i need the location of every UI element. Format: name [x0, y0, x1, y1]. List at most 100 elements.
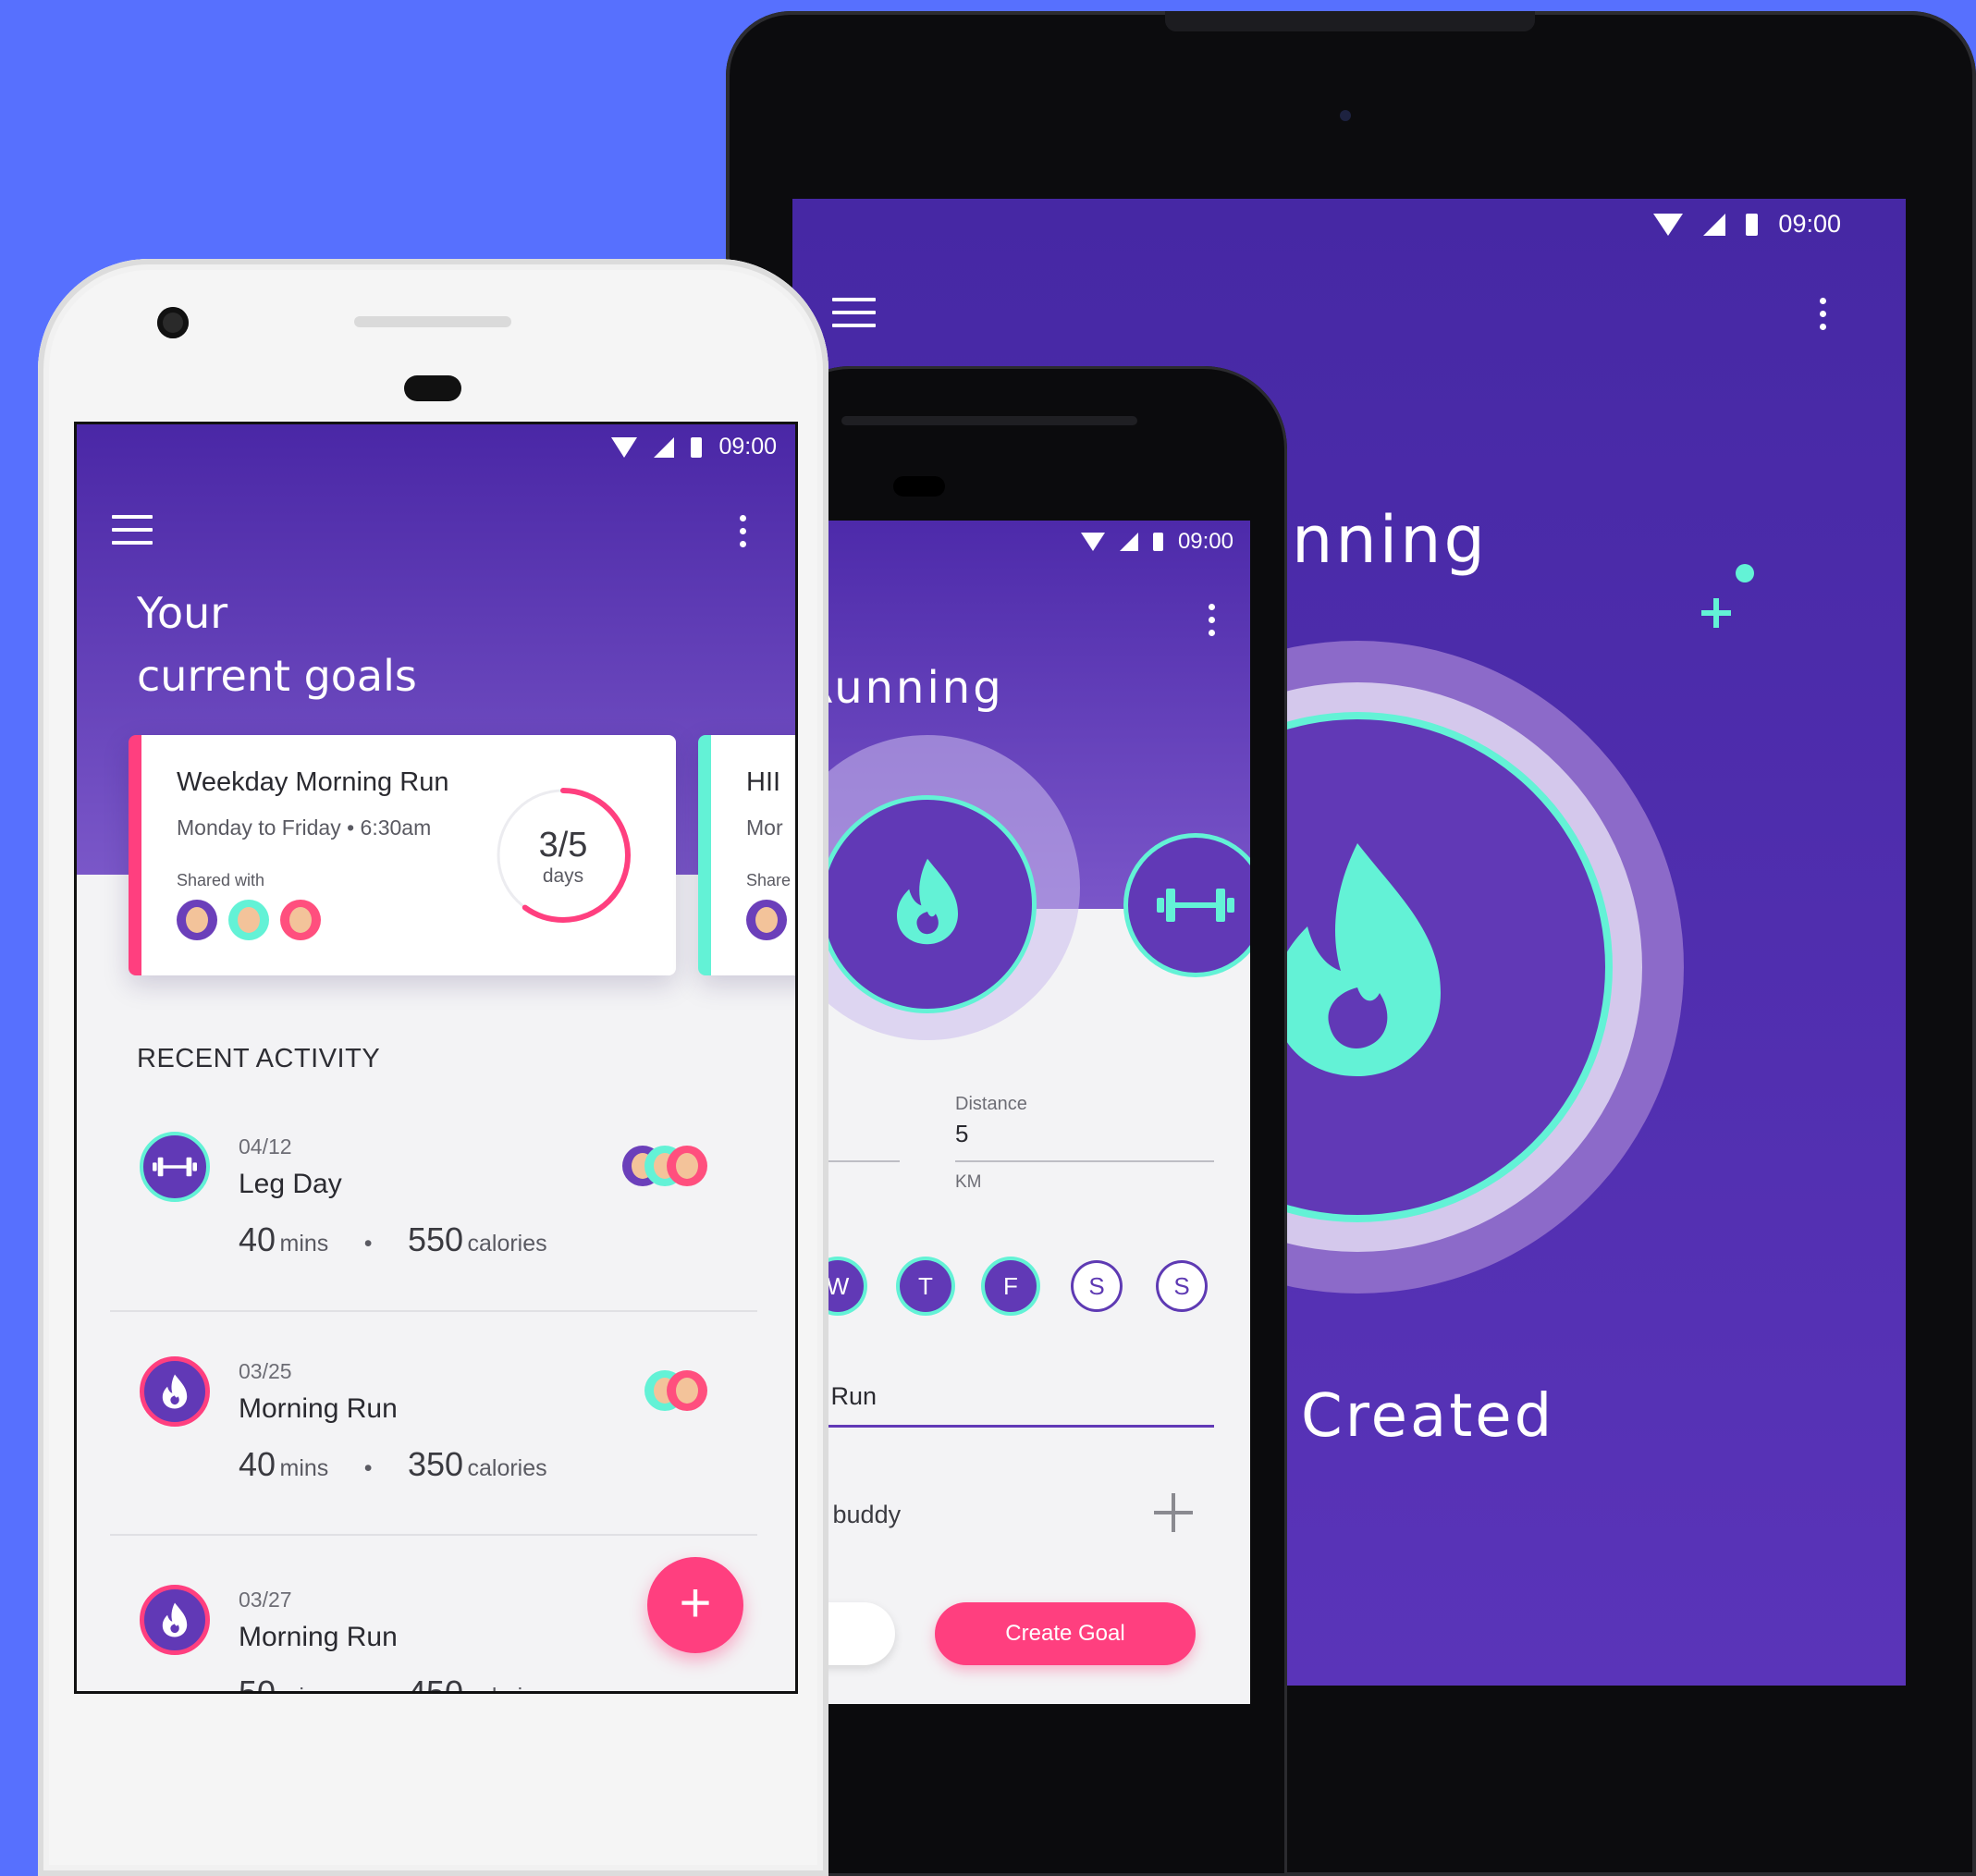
wifi-icon: [611, 436, 638, 458]
activity-calories-unit: calories: [467, 1455, 547, 1481]
activity-date: 04/12: [239, 1134, 292, 1159]
flame-icon: [162, 1374, 188, 1409]
goal-schedule: Monday to Friday • 6:30am: [177, 815, 432, 840]
activity-mins: 50: [239, 1674, 276, 1694]
wifi-icon: [1080, 533, 1105, 551]
activity-calories: 550: [407, 1220, 464, 1258]
goal-card[interactable]: Weekday Morning Run Monday to Friday • 6…: [129, 735, 676, 975]
activity-title: Morning Run: [239, 1393, 398, 1424]
activity-mins-unit: mins: [280, 1684, 329, 1691]
list-item[interactable]: 03/25 Morning Run 40 mins • 350 calories: [77, 1329, 795, 1551]
list-divider: [110, 1534, 757, 1536]
menu-icon[interactable]: [112, 515, 153, 554]
create-goal-button[interactable]: Create Goal: [935, 1602, 1196, 1665]
status-time: 09:00: [718, 434, 777, 460]
signal-icon: [1703, 213, 1726, 236]
activity-icon: [140, 1585, 210, 1655]
avatar: [280, 900, 321, 940]
goal-progress-value: 3/5: [538, 826, 588, 864]
activity-calories-unit: calories: [467, 1231, 547, 1257]
tablet-speaker: [1165, 11, 1535, 31]
status-time: 09:00: [1778, 210, 1841, 238]
white-phone-camera: [157, 307, 189, 338]
sparkle-plus-icon: [1701, 598, 1731, 628]
activity-calories: 450: [407, 1674, 464, 1694]
distance-label: Distance: [955, 1094, 1027, 1114]
activity-date: 03/25: [239, 1359, 292, 1383]
battery-icon: [691, 436, 703, 458]
activity-icon: [140, 1356, 210, 1427]
black-phone-speaker: [841, 416, 1137, 425]
tablet-camera: [1340, 110, 1351, 121]
goal-title: Weekday Morning Run: [177, 767, 449, 797]
day-toggle-thursday[interactable]: T: [900, 1260, 951, 1312]
avatar: [667, 1370, 707, 1411]
more-options-icon[interactable]: [740, 515, 746, 554]
tablet-goal-title: nning: [1292, 502, 1488, 578]
activity-mins: 40: [239, 1445, 276, 1483]
sparkle-dot-icon: [1736, 564, 1754, 582]
activity-mins-unit: mins: [279, 1231, 329, 1257]
phone-status-bar: 09:00: [611, 434, 777, 460]
dumbbell-icon: [153, 1157, 197, 1177]
stat-separator: •: [364, 1684, 373, 1691]
signal-icon: [1119, 533, 1138, 551]
goal-progress-unit: days: [542, 865, 584, 887]
distance-unit: KM: [955, 1172, 982, 1192]
dumbbell-icon: [1157, 889, 1234, 922]
menu-icon[interactable]: [832, 298, 876, 337]
goal-title: HII: [746, 767, 781, 797]
status-time: 09:00: [1177, 529, 1233, 554]
battery-icon: [1152, 533, 1163, 551]
goal-name-underline: [812, 1425, 1214, 1428]
distance-input[interactable]: 5: [955, 1120, 968, 1148]
distance-underline: [955, 1160, 1214, 1162]
black-phone-sensor: [893, 476, 945, 497]
avatar: [667, 1146, 707, 1186]
activity-stats: 40 mins • 550 calories: [239, 1220, 547, 1259]
avatar: [228, 900, 269, 940]
goal-schedule: Mor: [746, 815, 783, 840]
page-title-line2: current goals: [137, 651, 417, 701]
add-activity-button[interactable]: +: [647, 1557, 743, 1653]
flame-icon: [162, 1602, 188, 1637]
more-options-icon[interactable]: [1820, 298, 1826, 337]
add-buddy-icon[interactable]: [1154, 1493, 1193, 1532]
activity-option-weights[interactable]: [1128, 838, 1250, 973]
activity-stats: 50 mins • 450 calories: [239, 1674, 547, 1694]
phone-status-bar: 09:00: [1080, 529, 1233, 555]
battery-icon: [1746, 213, 1759, 236]
activity-title: Morning Run: [239, 1622, 398, 1652]
activity-date: 03/27: [239, 1588, 292, 1612]
list-divider: [110, 1310, 757, 1312]
day-toggle-saturday[interactable]: S: [1071, 1260, 1123, 1312]
stat-separator: •: [363, 1231, 373, 1257]
activity-mins: 40: [239, 1220, 276, 1258]
white-phone-speaker: [354, 316, 511, 327]
tablet-created-label: Created: [1301, 1382, 1555, 1451]
recent-activity-heading: RECENT ACTIVITY: [137, 1044, 381, 1073]
activity-title: Leg Day: [239, 1169, 342, 1199]
tablet-status-bar: 09:00: [1653, 210, 1841, 239]
goal-card[interactable]: HII Mor Share: [698, 735, 795, 975]
flame-icon: [897, 858, 958, 945]
signal-icon: [654, 436, 675, 458]
white-phone-sensor: [404, 375, 461, 401]
page-title-line1: Your: [137, 588, 228, 638]
activity-calories-unit: calories: [468, 1684, 547, 1691]
list-item[interactable]: 04/12 Leg Day 40 mins • 550 calories: [77, 1104, 795, 1326]
goals-screen: 09:00 Your current goals Weekday Morning…: [74, 422, 798, 1694]
shared-with-label: Share: [746, 871, 792, 889]
wifi-icon: [1653, 213, 1684, 236]
avatar: [177, 900, 217, 940]
page-title: Your current goals: [137, 582, 417, 707]
stat-separator: •: [363, 1455, 373, 1481]
shared-with-label: Shared with: [177, 871, 265, 889]
day-toggle-sunday[interactable]: S: [1156, 1260, 1208, 1312]
activity-stats: 40 mins • 350 calories: [239, 1445, 547, 1484]
activity-calories: 350: [407, 1445, 464, 1483]
avatar: [746, 900, 787, 940]
day-toggle-friday[interactable]: F: [985, 1260, 1037, 1312]
more-options-icon[interactable]: [1209, 604, 1215, 643]
activity-option-running[interactable]: [823, 800, 1032, 1009]
